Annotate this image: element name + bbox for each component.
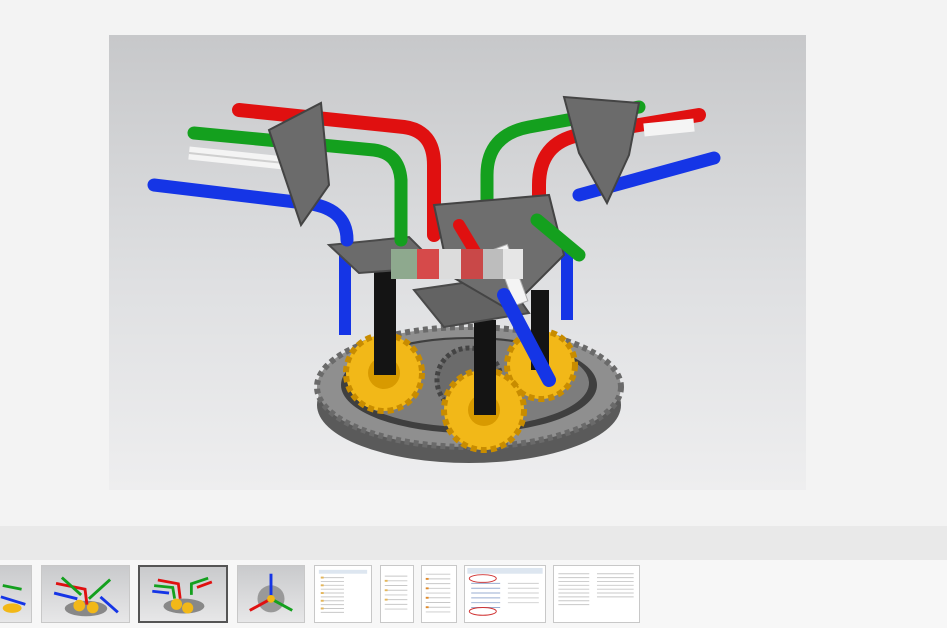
thumbnail-2-image (53, 576, 119, 617)
thumbnail-9[interactable] (553, 565, 640, 623)
shaft-left (374, 270, 396, 375)
thumbnail-1-image (0, 584, 26, 613)
thumbnail-5-image (318, 569, 368, 613)
pixelated-region-5 (483, 249, 503, 279)
thumbnail-4-image (249, 573, 293, 613)
thumbnail-4[interactable] (237, 565, 305, 623)
thumbnail-6-image (384, 575, 408, 610)
blue-rod-vertical-right (561, 250, 573, 320)
shaft-front (474, 320, 496, 415)
pixelated-region-3 (439, 249, 461, 279)
thumbnail-7-image (425, 573, 451, 613)
thumbnail-1[interactable] (0, 565, 32, 623)
thumbnail-strip (0, 560, 947, 628)
thumbnail-2[interactable] (41, 565, 130, 623)
gear-assembly-render (147, 95, 721, 463)
white-rod-right (643, 118, 695, 137)
thumbnail-9-image (558, 573, 634, 606)
thumbnail-8-image (467, 567, 543, 616)
thumbnail-8[interactable] (464, 565, 546, 623)
image-viewer (0, 0, 947, 526)
thumbnail-3-image (152, 576, 213, 614)
image-caption-bar (0, 526, 947, 560)
pixelated-region-2 (417, 249, 439, 279)
thumbnail-7[interactable] (421, 565, 457, 623)
pixelated-region-6 (503, 249, 523, 279)
pixelated-region (391, 249, 417, 279)
main-image[interactable] (109, 35, 806, 490)
thumbnail-5[interactable] (314, 565, 372, 623)
thumbnail-6[interactable] (380, 565, 414, 623)
thumbnail-3[interactable] (138, 565, 228, 623)
pixelated-region-4 (461, 249, 483, 279)
